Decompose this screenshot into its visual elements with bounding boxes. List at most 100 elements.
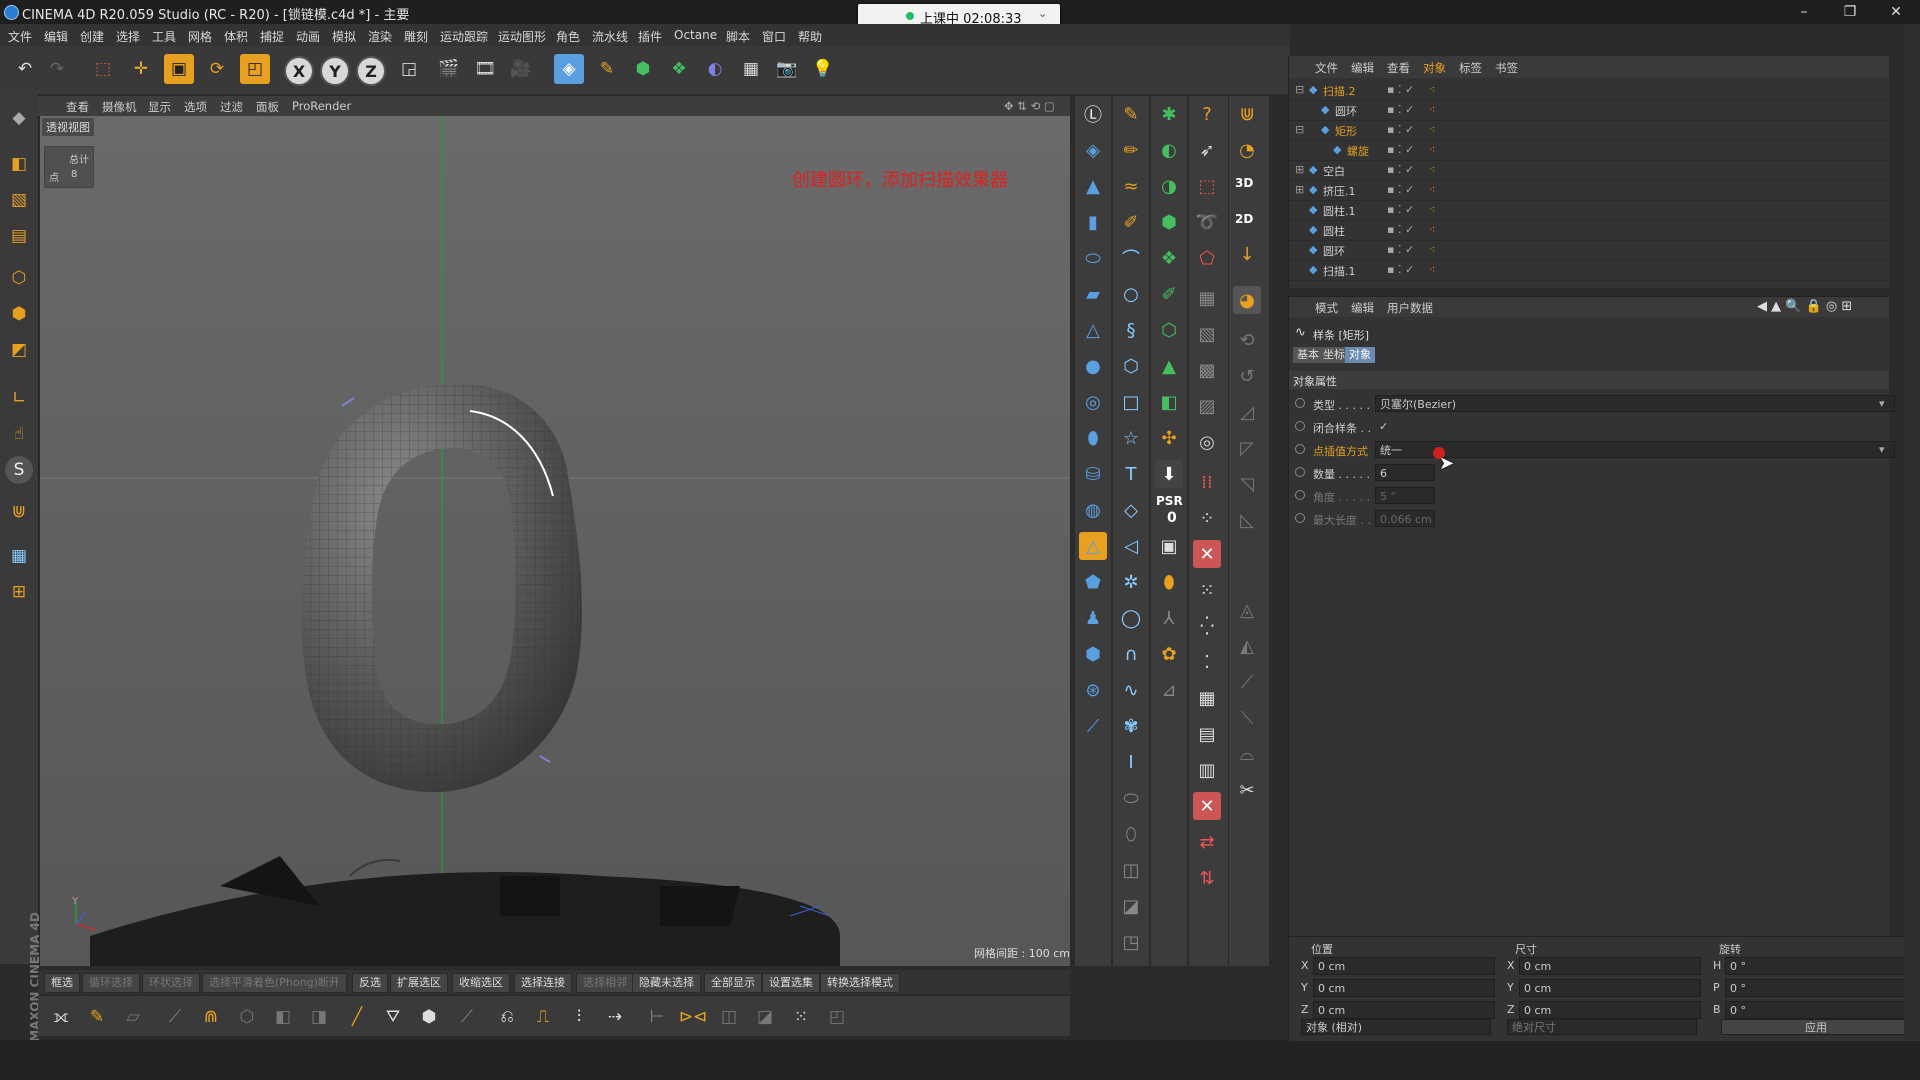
attr-subtab-object[interactable]: 对象 (1345, 347, 1375, 363)
tag-icon[interactable]: ⁖ (1429, 183, 1435, 196)
grid-point-snap-icon[interactable]: ◸ (1233, 434, 1261, 462)
grow-select-button[interactable]: 扩展选区 (390, 973, 448, 993)
flower-spline-icon[interactable]: ∩ (1117, 640, 1145, 668)
object-row[interactable]: ◆ 圆环 ▪ ⁚ ✓ ⁖ (1289, 240, 1889, 261)
rect-select-button[interactable]: 框选 (44, 973, 80, 993)
magnet-tool-icon[interactable]: ⋒ (196, 1002, 226, 1032)
spin-edge-icon[interactable]: ⇢ (600, 1002, 630, 1032)
tag-icon[interactable]: ⁖ (1429, 143, 1435, 156)
z-axis-lock-button[interactable]: Z (356, 56, 386, 86)
convert-selection-button[interactable]: 转换选择模式 (820, 973, 900, 993)
points-mode-icon[interactable]: ⬡ (5, 264, 33, 292)
cogwheel-spline-icon[interactable]: ✲ (1117, 568, 1145, 596)
points-grid-icon[interactable]: ⁞⁞ (1193, 468, 1221, 496)
sketch-icon[interactable]: ✏ (1117, 136, 1145, 164)
pen-icon[interactable]: ✎ (592, 54, 622, 84)
n-side-spline-icon[interactable]: ⬡ (1117, 352, 1145, 380)
ffd-deformer-icon[interactable]: ▥ (1193, 756, 1221, 784)
extrude-tool-icon[interactable]: ⬡ (232, 1002, 262, 1032)
arc-spline-icon[interactable]: ⌒ (1117, 244, 1145, 272)
viewport-menu-panel[interactable]: 面板 (256, 99, 279, 115)
workplane-lock-icon[interactable]: ▦ (5, 542, 33, 570)
tweak-icon[interactable]: ☝ (5, 420, 33, 448)
menu-edit[interactable]: 编辑 (44, 28, 68, 45)
coord-rotation-field[interactable]: 0 ° (1725, 1001, 1907, 1019)
coord-rotation-field[interactable]: 0 ° (1725, 957, 1907, 975)
bend-deformer-icon[interactable]: ▦ (1193, 284, 1221, 312)
animate-radio-icon[interactable] (1295, 421, 1305, 431)
quantize-icon[interactable]: ◕ (1233, 286, 1261, 314)
attr-number-field[interactable]: 0.066 cm (1375, 510, 1435, 527)
correction-deformer-icon[interactable]: ✕ (1193, 792, 1221, 820)
expand-toggle-icon[interactable]: ⊟ (1295, 83, 1304, 96)
spline-or-icon[interactable]: ◪ (1117, 892, 1145, 920)
figure-icon[interactable]: ♟ (1079, 604, 1107, 632)
coord-size-field[interactable]: 0 cm (1519, 957, 1701, 975)
coord-position-field[interactable]: 0 cm (1313, 979, 1495, 997)
wrap-deformer-icon[interactable]: ⇄ (1193, 828, 1221, 856)
object-name[interactable]: 螺旋 (1347, 143, 1369, 159)
animate-radio-icon[interactable] (1295, 398, 1305, 408)
midpoint-snap-icon[interactable]: ⟋ (1233, 668, 1261, 696)
snap-2d-label[interactable]: 2D (1235, 212, 1253, 226)
redo-icon[interactable]: ↷ (42, 54, 72, 84)
spline-subtract-icon[interactable]: ⬯ (1117, 820, 1145, 848)
platonic-primitive-icon[interactable]: ⬢ (1079, 640, 1107, 668)
sphere-primitive-icon[interactable]: ● (1079, 352, 1107, 380)
texture-mode-icon[interactable]: ▧ (5, 186, 33, 214)
symmetry-icon[interactable]: ✣ (1155, 424, 1183, 452)
shatter-deformer-icon[interactable]: ◎ (1193, 428, 1221, 456)
camera-icon[interactable]: 📷 (772, 54, 802, 84)
perspective-viewport[interactable]: 透视视图 总计 点 8 创建圆环，添加扫描效果器 网格间距 : 100 cm Y (40, 116, 1070, 966)
apply-button[interactable]: 应用 (1721, 1019, 1911, 1035)
oil-tank-primitive-icon[interactable]: ⛁ (1079, 460, 1107, 488)
animate-radio-icon[interactable] (1295, 490, 1305, 500)
visibility-toggle-icon[interactable]: ▪ ⁚ ✓ (1387, 183, 1414, 196)
edges-mode-icon[interactable]: ⬢ (5, 300, 33, 328)
menu-tools[interactable]: 工具 (152, 28, 176, 45)
viewport-nav-icons[interactable]: ✥ ⇅ ⟲ ▢ (1004, 99, 1055, 113)
expand-toggle-icon[interactable]: ⊞ (1295, 183, 1304, 196)
attr-tab-userdata[interactable]: 用户数据 (1387, 300, 1433, 316)
collapse-icon[interactable]: ◫ (714, 1002, 744, 1032)
move-icon[interactable]: ✛ (126, 54, 156, 84)
poly-select-icon[interactable]: ⬠ (1193, 244, 1221, 272)
points-rotate-icon[interactable]: ⁚ (1193, 648, 1221, 676)
coord-size-field[interactable]: 0 cm (1519, 979, 1701, 997)
spline-wrap-icon[interactable]: ⊿ (1155, 676, 1183, 704)
attr-tab-edit[interactable]: 编辑 (1351, 300, 1374, 316)
pyramid-primitive-icon[interactable]: △ (1079, 316, 1107, 344)
tag-icon[interactable]: ⁖ (1429, 243, 1435, 256)
snap-3d-label[interactable]: 3D (1235, 176, 1253, 190)
lathe-icon[interactable]: ◑ (1155, 172, 1183, 200)
render-view-icon[interactable]: 🎬 (434, 54, 464, 84)
i-profile-icon[interactable]: I (1117, 748, 1145, 776)
menu-plugins[interactable]: 插件 (638, 28, 662, 45)
tag-icon[interactable]: ⁖ (1429, 83, 1435, 96)
star-spline-icon[interactable]: ☆ (1117, 424, 1145, 452)
guide-icon[interactable]: ⟲ (1233, 326, 1261, 354)
polygon-pen-tool-icon[interactable]: ⛛ (378, 1002, 408, 1032)
knife-tool-icon[interactable]: ╱ (342, 1002, 372, 1032)
menu-simulate[interactable]: 模拟 (332, 28, 356, 45)
attr-nav-icons[interactable]: ◀ ▲ 🔍 🔒 ◎ ⊞ (1757, 299, 1852, 314)
object-name[interactable]: 圆柱.1 (1323, 203, 1356, 219)
time-icon[interactable]: ◔ (1233, 136, 1261, 164)
bulge-deformer-icon[interactable]: ▧ (1193, 320, 1221, 348)
mirror-icon[interactable]: ⎌ (492, 1002, 522, 1032)
scale-icon[interactable]: ▣ (164, 54, 194, 84)
attr-checkbox[interactable]: ✓ (1375, 418, 1391, 435)
model-mode-icon[interactable]: ◧ (5, 150, 33, 178)
tag-icon[interactable]: ⁖ (1429, 203, 1435, 216)
coord-size-field[interactable]: 0 cm (1519, 1001, 1701, 1019)
close-hole-icon[interactable]: ⟋ (160, 1002, 190, 1032)
plane-primitive-icon[interactable]: ▰ (1079, 280, 1107, 308)
visibility-toggle-icon[interactable]: ▪ ⁚ ✓ (1387, 203, 1414, 216)
object-row[interactable]: ◆ 扫描.1 ▪ ⁚ ✓ ⁖ (1289, 260, 1889, 281)
select-adjacent-button[interactable]: 选择相邻 (576, 973, 634, 993)
boole-icon[interactable]: ◧ (1155, 388, 1183, 416)
object-name[interactable]: 空白 (1323, 163, 1345, 179)
formula-spline-icon[interactable]: ∿ (1117, 676, 1145, 704)
object-row[interactable]: ⊞ ◆ 挤压.1 ▪ ⁚ ✓ ⁖ (1289, 180, 1889, 201)
intersection-snap-icon[interactable]: ⟍ (1233, 704, 1261, 732)
